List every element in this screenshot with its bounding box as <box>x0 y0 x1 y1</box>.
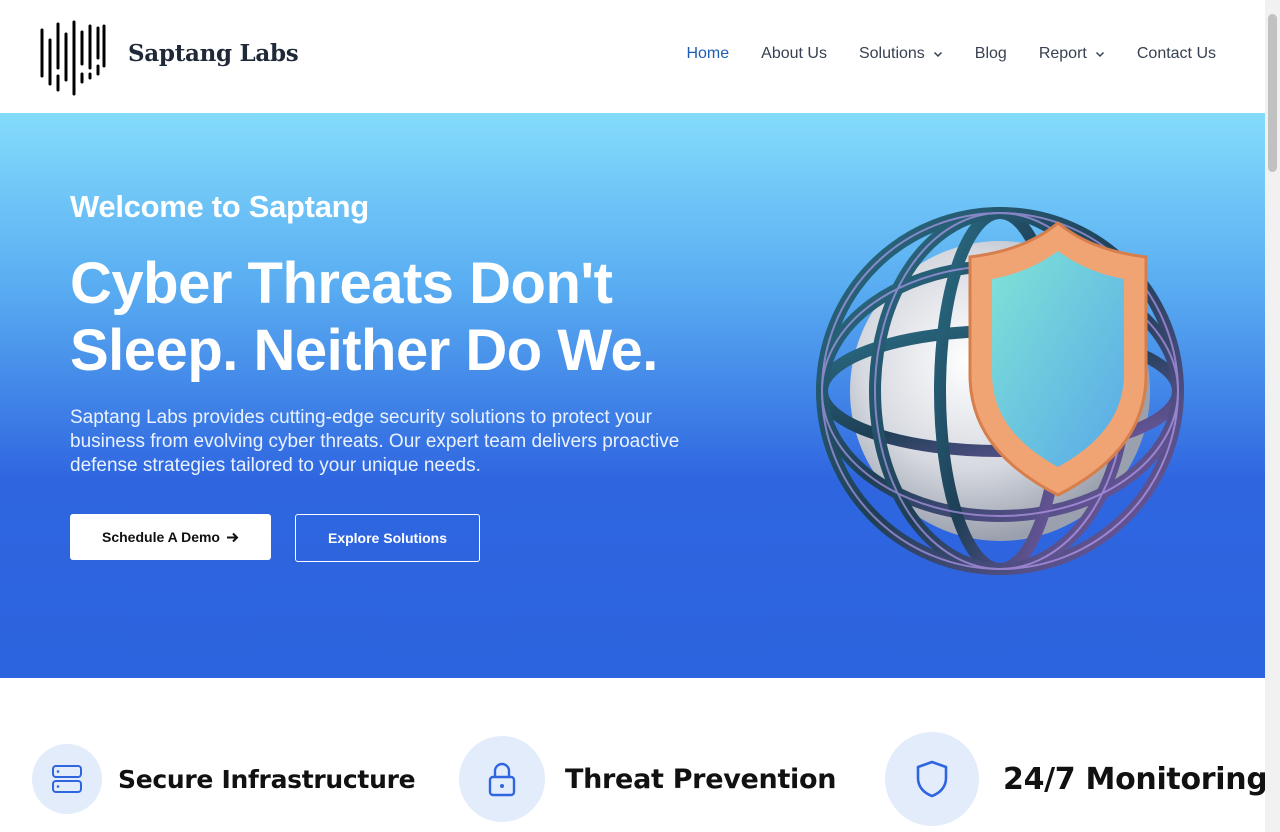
nav-solutions-label: Solutions <box>858 45 925 62</box>
shield-icon <box>916 760 948 798</box>
feature-threat-prevention: Threat Prevention <box>459 736 836 822</box>
chevron-down-icon <box>1095 51 1104 58</box>
nav-home[interactable]: Home <box>686 45 729 63</box>
feature-icon-circle <box>459 736 545 822</box>
scrollbar-thumb[interactable] <box>1268 14 1277 172</box>
feature-title: 24/7 Monitoring <box>1003 761 1268 797</box>
barcode-logo-icon[interactable] <box>38 18 108 96</box>
nav-home-label: Home <box>686 45 730 62</box>
features-section: Secure Infrastructure Threat Prevention … <box>0 678 1268 832</box>
chevron-down-icon <box>933 51 942 58</box>
schedule-demo-button[interactable]: Schedule A Demo <box>70 514 271 560</box>
schedule-demo-label: Schedule A Demo <box>102 529 220 545</box>
explore-solutions-label: Explore Solutions <box>327 530 447 546</box>
server-icon <box>52 765 82 793</box>
hero-description: Saptang Labs provides cutting-edge secur… <box>70 407 680 476</box>
hero-headline: Cyber Threats Don't Sleep. Neither Do We… <box>70 250 770 384</box>
headline-line-2: Sleep. Neither Do We. <box>70 318 658 383</box>
nav-blog-label: Blog <box>974 45 1007 62</box>
nav-report[interactable]: Report <box>1039 45 1105 63</box>
nav-contact-label: Contact Us <box>1136 45 1216 62</box>
arrow-right-icon <box>227 532 239 542</box>
nav-report-label: Report <box>1038 45 1087 62</box>
headline-line-1: Cyber Threats Don't <box>70 251 613 316</box>
feature-title: Secure Infrastructure <box>118 764 416 794</box>
nav-about-label: About Us <box>761 45 827 62</box>
lock-icon <box>488 762 516 797</box>
hero-welcome: Welcome to Saptang <box>70 189 369 224</box>
feature-title: Threat Prevention <box>565 763 837 795</box>
site-header: Saptang Labs Home About Us Solutions Blo… <box>0 0 1265 113</box>
feature-24-7-monitoring: 24/7 Monitoring <box>885 732 1268 826</box>
explore-solutions-button[interactable]: Explore Solutions <box>295 514 480 562</box>
globe-shield-icon <box>816 207 1184 575</box>
nav-solutions[interactable]: Solutions <box>859 45 943 63</box>
hero-section: Welcome to Saptang Cyber Threats Don't S… <box>0 113 1265 678</box>
feature-icon-circle <box>32 744 102 814</box>
feature-icon-circle <box>885 732 979 826</box>
nav-blog[interactable]: Blog <box>975 45 1007 63</box>
nav-about-us[interactable]: About Us <box>761 45 827 63</box>
feature-secure-infrastructure: Secure Infrastructure <box>32 744 416 814</box>
main-nav: Home About Us Solutions Blog Report Cont… <box>686 45 1216 63</box>
brand-name[interactable]: Saptang Labs <box>128 40 299 67</box>
page-scrollbar[interactable] <box>1265 0 1280 832</box>
nav-contact-us[interactable]: Contact Us <box>1137 45 1216 63</box>
